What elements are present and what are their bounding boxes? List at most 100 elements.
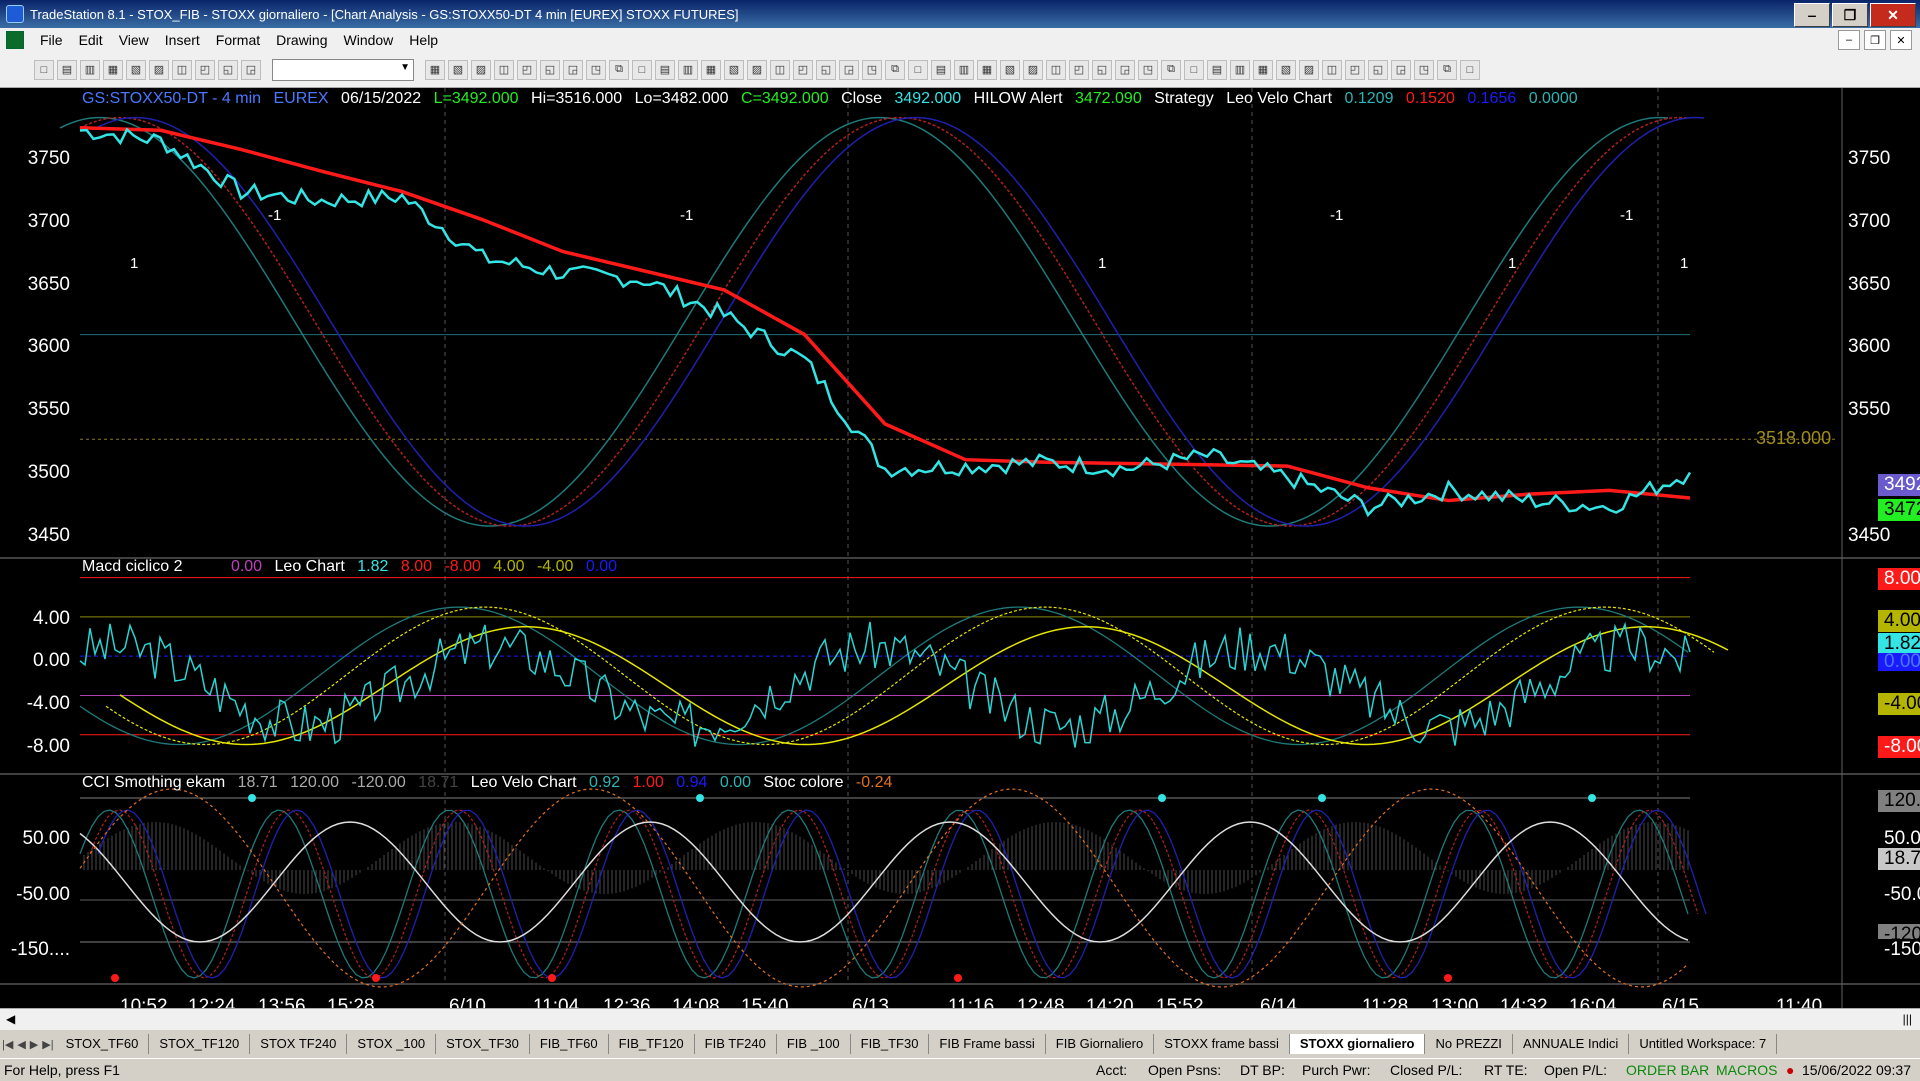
tab-workspace[interactable]: FIB Frame bassi <box>929 1034 1046 1054</box>
toolbar-button[interactable]: ▨ <box>471 59 491 80</box>
tab-prev-arrow[interactable]: ◀ <box>15 1038 27 1051</box>
toolbar-button[interactable]: ▤ <box>931 59 951 80</box>
toolbar-button[interactable]: ◳ <box>586 59 606 80</box>
tab-workspace[interactable]: STOX _100 <box>347 1034 437 1054</box>
toolbar-button[interactable]: ⧉ <box>1161 59 1181 80</box>
toolbar-button[interactable]: ▦ <box>977 59 997 80</box>
toolbar-button[interactable]: ▤ <box>1207 59 1227 80</box>
tab-first-arrow[interactable]: |◀ <box>0 1038 15 1051</box>
toolbar-button[interactable]: □ <box>1184 59 1204 80</box>
toolbar-button[interactable]: ▤ <box>655 59 675 80</box>
tab-workspace[interactable]: Untitled Workspace: 7 <box>1629 1034 1778 1054</box>
menu-help[interactable]: Help <box>401 32 446 48</box>
toolbar-button[interactable]: □ <box>632 59 652 80</box>
toolbar-button[interactable]: ▧ <box>724 59 744 80</box>
toolbar-button[interactable]: ▦ <box>103 59 123 80</box>
mdi-close-button[interactable]: ✕ <box>1890 30 1912 50</box>
tab-workspace[interactable]: FIB Giornaliero <box>1046 1034 1155 1054</box>
toolbar-button[interactable]: ▥ <box>678 59 698 80</box>
tab-workspace[interactable]: STOX TF240 <box>250 1034 348 1054</box>
tab-workspace[interactable]: STOX_TF60 <box>56 1034 150 1054</box>
toolbar-button[interactable]: ◫ <box>494 59 514 80</box>
menu-edit[interactable]: Edit <box>71 32 111 48</box>
menu-format[interactable]: Format <box>208 32 268 48</box>
close-button[interactable]: ✕ <box>1870 3 1916 27</box>
mdi-restore-button[interactable]: ❐ <box>1864 30 1886 50</box>
toolbar-button[interactable]: ▤ <box>57 59 77 80</box>
toolbar-button[interactable]: ▨ <box>149 59 169 80</box>
toolbar-button[interactable]: ⧉ <box>1437 59 1457 80</box>
tab-workspace[interactable]: FIB_TF60 <box>530 1034 609 1054</box>
toolbar-button[interactable]: ◫ <box>1046 59 1066 80</box>
toolbar-button[interactable]: ▧ <box>1276 59 1296 80</box>
toolbar-button[interactable]: ▨ <box>1023 59 1043 80</box>
macd-line <box>79 621 1691 748</box>
toolbar-button[interactable]: □ <box>1460 59 1480 80</box>
tab-workspace[interactable]: STOX_TF30 <box>436 1034 530 1054</box>
status-macros[interactable]: MACROS <box>1716 1062 1777 1078</box>
toolbar-button[interactable]: ◫ <box>172 59 192 80</box>
toolbar-button[interactable]: ◰ <box>793 59 813 80</box>
toolbar-button[interactable]: ◲ <box>563 59 583 80</box>
toolbar-button[interactable]: ◰ <box>1069 59 1089 80</box>
toolbar-button[interactable]: ◱ <box>218 59 238 80</box>
toolbar-button[interactable]: ◲ <box>1391 59 1411 80</box>
tab-workspace[interactable]: STOXX frame bassi <box>1154 1034 1290 1054</box>
chart-area[interactable]: 1 -1 -1 1 -1 1 -1 1 GS:STOXX50-DT - 4 min EUREX… <box>0 88 1920 1017</box>
menu-view[interactable]: View <box>111 32 157 48</box>
toolbar-button[interactable]: ◰ <box>517 59 537 80</box>
toolbar-button[interactable]: ◫ <box>1322 59 1342 80</box>
toolbar-button[interactable]: ⧉ <box>885 59 905 80</box>
scroll-left-arrow[interactable]: ◀ <box>6 1012 15 1026</box>
toolbar-button[interactable]: ◰ <box>195 59 215 80</box>
tab-workspace[interactable]: FIB _100 <box>777 1034 851 1054</box>
toolbar-button[interactable]: ▦ <box>1253 59 1273 80</box>
toolbar-button[interactable]: ◰ <box>1345 59 1365 80</box>
toolbar-button[interactable]: ◱ <box>1368 59 1388 80</box>
toolbar-button[interactable]: ◲ <box>839 59 859 80</box>
toolbar-button[interactable]: ◲ <box>241 59 261 80</box>
toolbar-button[interactable]: ◱ <box>816 59 836 80</box>
status-order-bar[interactable]: ORDER BAR <box>1626 1062 1709 1078</box>
tab-workspace[interactable]: ANNUALE Indici <box>1513 1034 1630 1054</box>
toolbar-button[interactable]: ◱ <box>1092 59 1112 80</box>
tab-workspace[interactable]: No PREZZI <box>1425 1034 1513 1054</box>
toolbar-button[interactable]: ▨ <box>1299 59 1319 80</box>
tab-next-arrow[interactable]: ▶ <box>28 1038 40 1051</box>
toolbar-button[interactable]: ◱ <box>540 59 560 80</box>
tab-last-arrow[interactable]: ▶| <box>40 1038 55 1051</box>
toolbar-button[interactable]: ▧ <box>126 59 146 80</box>
chart-canvas[interactable]: 1 -1 -1 1 -1 1 -1 1 <box>0 88 1920 1008</box>
scroll-right-arrow[interactable]: ||| <box>1903 1012 1912 1026</box>
toolbar-button[interactable]: ▧ <box>448 59 468 80</box>
toolbar-button[interactable]: ▧ <box>1000 59 1020 80</box>
toolbar-button[interactable]: ▥ <box>1230 59 1250 80</box>
toolbar-button[interactable]: □ <box>908 59 928 80</box>
toolbar-button[interactable]: ⧉ <box>609 59 629 80</box>
tab-workspace[interactable]: FIB TF240 <box>695 1034 777 1054</box>
symbol-select[interactable] <box>272 58 414 81</box>
toolbar-button[interactable]: ◲ <box>1115 59 1135 80</box>
toolbar-button[interactable]: ▥ <box>954 59 974 80</box>
maximize-button[interactable]: ❐ <box>1832 3 1868 27</box>
minimize-button[interactable]: ‒ <box>1794 3 1830 27</box>
toolbar-button[interactable]: □ <box>34 59 54 80</box>
toolbar-button[interactable]: ◳ <box>1414 59 1434 80</box>
menu-insert[interactable]: Insert <box>157 32 208 48</box>
menu-window[interactable]: Window <box>336 32 402 48</box>
horizontal-scrollbar[interactable]: ◀ ||| <box>0 1008 1920 1031</box>
toolbar-button[interactable]: ◳ <box>862 59 882 80</box>
tab-workspace[interactable]: FIB_TF120 <box>609 1034 695 1054</box>
tab-workspace[interactable]: STOX_TF120 <box>149 1034 251 1054</box>
mdi-minimize-button[interactable]: ‒ <box>1838 30 1860 50</box>
tab-workspace-active[interactable]: STOXX giornaliero <box>1289 1034 1426 1054</box>
menu-file[interactable]: File <box>32 32 71 48</box>
toolbar-button[interactable]: ▥ <box>80 59 100 80</box>
toolbar-button[interactable]: ▦ <box>425 59 445 80</box>
toolbar-button[interactable]: ◳ <box>1138 59 1158 80</box>
toolbar-button[interactable]: ▦ <box>701 59 721 80</box>
tab-workspace[interactable]: FIB_TF30 <box>851 1034 930 1054</box>
toolbar-button[interactable]: ▨ <box>747 59 767 80</box>
menu-drawing[interactable]: Drawing <box>268 32 335 48</box>
toolbar-button[interactable]: ◫ <box>770 59 790 80</box>
